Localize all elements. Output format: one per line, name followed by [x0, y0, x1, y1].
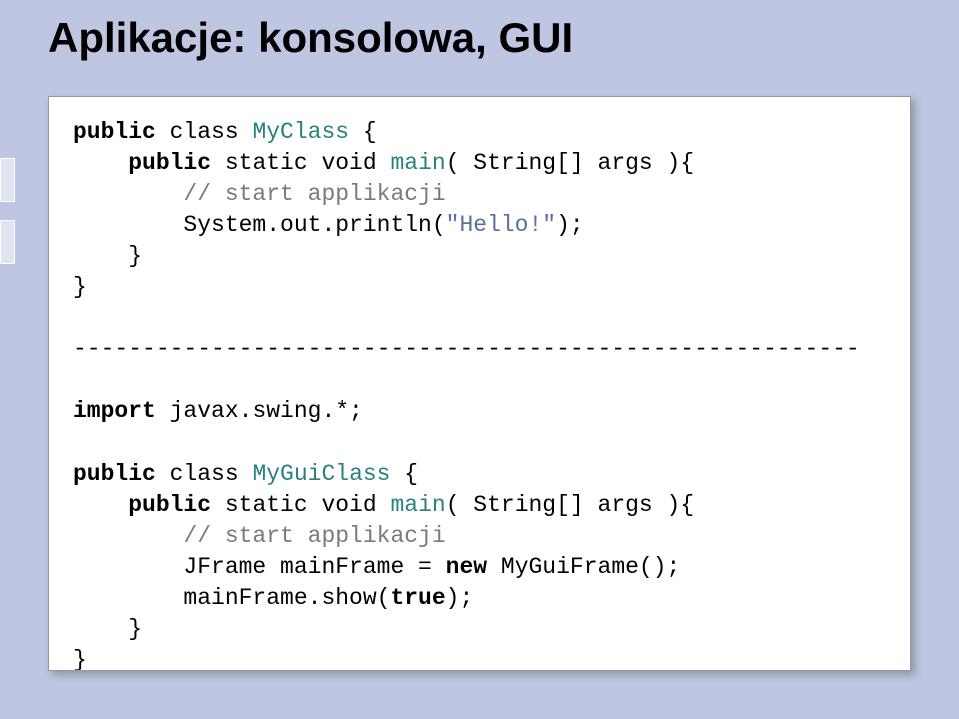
kw-new: new [446, 554, 487, 580]
decor-bar [0, 220, 15, 264]
indent [73, 523, 183, 549]
comment: // start applikacji [183, 181, 445, 207]
kw-public: public [73, 492, 211, 518]
txt: JFrame mainFrame = [73, 554, 446, 580]
left-decor-bars [0, 100, 48, 660]
fn-main: main [390, 150, 445, 176]
txt: } [73, 274, 87, 300]
txt: class [156, 461, 253, 487]
txt: javax.swing.*; [156, 398, 363, 424]
txt: mainFrame.show( [73, 585, 390, 611]
txt: { [349, 119, 377, 145]
txt: System.out.println( [73, 212, 446, 238]
code-block-1: public class MyClass { public static voi… [73, 117, 886, 671]
fn-main: main [390, 492, 445, 518]
indent [73, 181, 183, 207]
kw-true: true [390, 585, 445, 611]
txt: } [73, 616, 142, 642]
txt: ); [556, 212, 584, 238]
kw-public: public [73, 461, 156, 487]
string-literal: "Hello!" [446, 212, 556, 238]
txt: } [73, 243, 142, 269]
class-name: MyClass [252, 119, 349, 145]
code-box: public class MyClass { public static voi… [48, 96, 911, 671]
txt: } [73, 647, 87, 671]
txt: { [390, 461, 418, 487]
txt: static void [211, 492, 390, 518]
txt: ( String[] args ){ [446, 150, 694, 176]
class-name: MyGuiClass [252, 461, 390, 487]
kw-public: public [73, 119, 156, 145]
kw-import: import [73, 398, 156, 424]
kw-public: public [73, 150, 211, 176]
txt: ( String[] args ){ [446, 492, 694, 518]
txt: ); [446, 585, 474, 611]
txt: class [156, 119, 253, 145]
decor-bar [0, 158, 15, 202]
txt: static void [211, 150, 390, 176]
slide-title: Aplikacje: konsolowa, GUI [48, 14, 911, 62]
separator-line: ----------------------------------------… [73, 336, 860, 362]
comment: // start applikacji [183, 523, 445, 549]
txt: MyGuiFrame(); [487, 554, 680, 580]
